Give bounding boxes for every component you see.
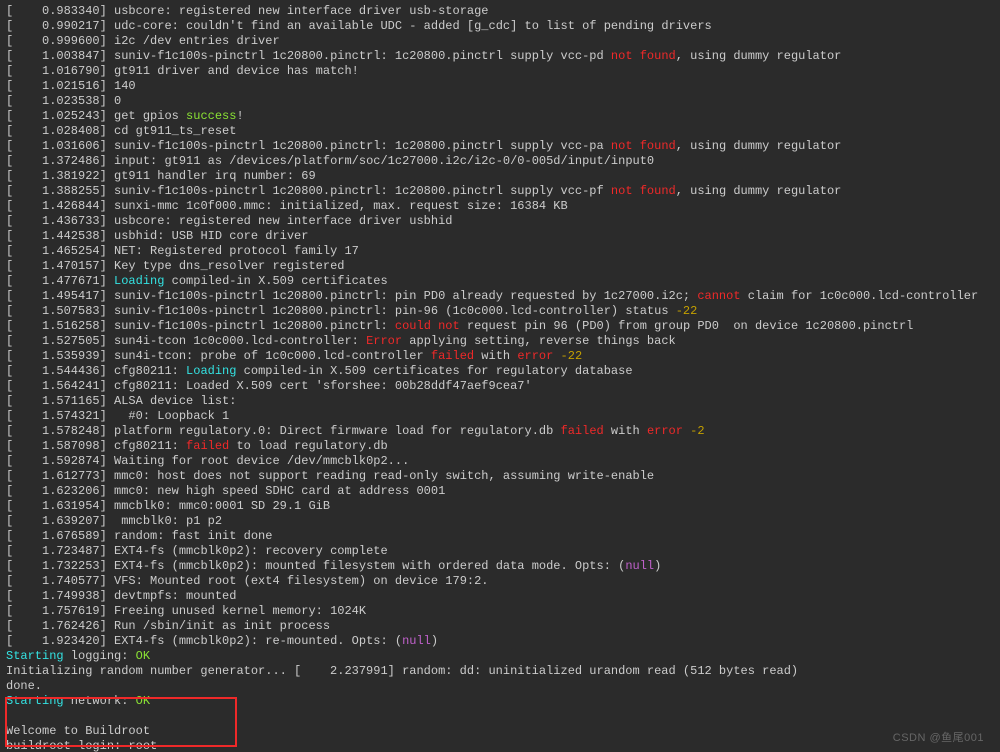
kernel-log-line: [ 1.631954] mmcblk0: mmc0:0001 SD 29.1 G…	[6, 499, 994, 514]
kernel-log-line: [ 1.587098] cfg80211: failed to load reg…	[6, 439, 994, 454]
kernel-log-line: [ 1.578248] platform regulatory.0: Direc…	[6, 424, 994, 439]
kernel-log-line: [ 1.025243] get gpios success!	[6, 109, 994, 124]
kernel-log-line: [ 1.564241] cfg80211: Loaded X.509 cert …	[6, 379, 994, 394]
kernel-log-line: [ 1.762426] Run /sbin/init as init proce…	[6, 619, 994, 634]
kernel-log-line: [ 1.612773] mmc0: host does not support …	[6, 469, 994, 484]
kernel-log-line: [ 1.535939] sun4i-tcon: probe of 1c0c000…	[6, 349, 994, 364]
shell-line	[6, 709, 994, 724]
kernel-log-line: [ 1.016790] gt911 driver and device has …	[6, 64, 994, 79]
kernel-log-line: [ 1.381922] gt911 handler irq number: 69	[6, 169, 994, 184]
kernel-log-line: [ 1.732253] EXT4-fs (mmcblk0p2): mounted…	[6, 559, 994, 574]
shell-line: Starting network: OK	[6, 694, 994, 709]
kernel-log-line: [ 1.574321] #0: Loopback 1	[6, 409, 994, 424]
shell-line: Initializing random number generator... …	[6, 664, 994, 679]
kernel-log-line: [ 1.436733] usbcore: registered new inte…	[6, 214, 994, 229]
kernel-log-line: [ 1.028408] cd gt911_ts_reset	[6, 124, 994, 139]
kernel-log-line: [ 1.527505] sun4i-tcon 1c0c000.lcd-contr…	[6, 334, 994, 349]
kernel-log-line: [ 1.023538] 0	[6, 94, 994, 109]
kernel-log-line: [ 1.623206] mmc0: new high speed SDHC ca…	[6, 484, 994, 499]
kernel-log-line: [ 1.571165] ALSA device list:	[6, 394, 994, 409]
kernel-log-line: [ 1.426844] sunxi-mmc 1c0f000.mmc: initi…	[6, 199, 994, 214]
kernel-log-line: [ 1.470157] Key type dns_resolver regist…	[6, 259, 994, 274]
kernel-log-line: [ 1.544436] cfg80211: Loading compiled-i…	[6, 364, 994, 379]
kernel-log-line: [ 1.021516] 140	[6, 79, 994, 94]
kernel-log-line: [ 1.372486] input: gt911 as /devices/pla…	[6, 154, 994, 169]
kernel-log-line: [ 1.516258] suniv-f1c100s-pinctrl 1c2080…	[6, 319, 994, 334]
kernel-log-line: [ 1.723487] EXT4-fs (mmcblk0p2): recover…	[6, 544, 994, 559]
kernel-log-line: [ 1.676589] random: fast init done	[6, 529, 994, 544]
kernel-log-line: [ 1.923420] EXT4-fs (mmcblk0p2): re-moun…	[6, 634, 994, 649]
kernel-log-line: [ 1.495417] suniv-f1c100s-pinctrl 1c2080…	[6, 289, 994, 304]
kernel-log-line: [ 0.983340] usbcore: registered new inte…	[6, 4, 994, 19]
terminal-output[interactable]: [ 0.983340] usbcore: registered new inte…	[0, 0, 1000, 752]
shell-line: buildroot login: root	[6, 739, 994, 752]
kernel-log-line: [ 1.639207] mmcblk0: p1 p2	[6, 514, 994, 529]
kernel-log-line: [ 1.592874] Waiting for root device /dev…	[6, 454, 994, 469]
kernel-log-line: [ 0.990217] udc-core: couldn't find an a…	[6, 19, 994, 34]
kernel-log-line: [ 0.999600] i2c /dev entries driver	[6, 34, 994, 49]
shell-line: done.	[6, 679, 994, 694]
shell-line: Starting logging: OK	[6, 649, 994, 664]
kernel-log-line: [ 1.442538] usbhid: USB HID core driver	[6, 229, 994, 244]
kernel-log-line: [ 1.477671] Loading compiled-in X.509 ce…	[6, 274, 994, 289]
kernel-log-line: [ 1.507583] suniv-f1c100s-pinctrl 1c2080…	[6, 304, 994, 319]
kernel-log-line: [ 1.003847] suniv-f1c100s-pinctrl 1c2080…	[6, 49, 994, 64]
kernel-log-line: [ 1.031606] suniv-f1c100s-pinctrl 1c2080…	[6, 139, 994, 154]
kernel-log-line: [ 1.757619] Freeing unused kernel memory…	[6, 604, 994, 619]
shell-line: Welcome to Buildroot	[6, 724, 994, 739]
kernel-log-line: [ 1.749938] devtmpfs: mounted	[6, 589, 994, 604]
kernel-log-line: [ 1.388255] suniv-f1c100s-pinctrl 1c2080…	[6, 184, 994, 199]
kernel-log-line: [ 1.740577] VFS: Mounted root (ext4 file…	[6, 574, 994, 589]
kernel-log-line: [ 1.465254] NET: Registered protocol fam…	[6, 244, 994, 259]
watermark: CSDN @鱼尾001	[893, 731, 984, 746]
